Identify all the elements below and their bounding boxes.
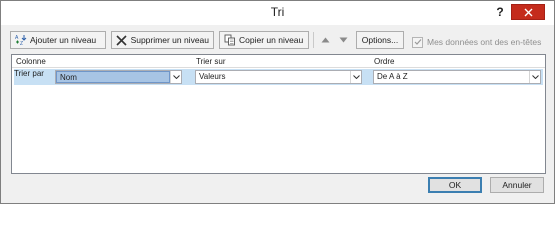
- order-dropdown-arrow[interactable]: [529, 71, 540, 83]
- column-select[interactable]: Nom: [55, 70, 182, 84]
- add-level-button[interactable]: A Z Ajouter un niveau: [10, 31, 106, 49]
- ok-button[interactable]: OK: [428, 177, 482, 193]
- checkmark-icon: [414, 39, 421, 45]
- delete-level-label: Supprimer un niveau: [130, 35, 209, 45]
- delete-level-button[interactable]: Supprimer un niveau: [111, 31, 214, 49]
- sort-level-label: Trier par: [14, 69, 44, 78]
- order-select-value: De A à Z: [377, 72, 408, 81]
- dropdown-arrow-icon: [531, 75, 539, 79]
- options-button[interactable]: Options...: [356, 31, 404, 49]
- column-header-ordre: Ordre: [374, 57, 395, 66]
- help-button[interactable]: ?: [493, 4, 507, 20]
- options-label: Options...: [361, 35, 399, 45]
- move-up-button[interactable]: [319, 33, 331, 47]
- close-icon: [524, 8, 532, 16]
- move-down-button[interactable]: [337, 33, 349, 47]
- sort-on-select[interactable]: Valeurs: [195, 70, 362, 84]
- dialog-title: Tri: [270, 5, 285, 19]
- move-up-icon: [321, 37, 329, 43]
- add-level-icon: A Z: [15, 34, 27, 46]
- order-select[interactable]: De A à Z: [373, 70, 541, 84]
- header-divider: [12, 67, 545, 68]
- column-header-colonne: Colonne: [16, 57, 46, 66]
- headers-checkbox[interactable]: [412, 36, 423, 48]
- headers-checkbox-label: Mes données ont des en-têtes: [427, 37, 542, 47]
- headers-option[interactable]: Mes données ont des en-têtes: [412, 35, 541, 49]
- cancel-button[interactable]: Annuler: [490, 177, 544, 193]
- move-down-icon: [339, 37, 347, 43]
- dropdown-arrow-icon: [352, 75, 360, 79]
- toolbar: A Z Ajouter un niveau Supprimer un nivea…: [1, 25, 554, 53]
- sort-on-select-value: Valeurs: [199, 72, 226, 81]
- close-button[interactable]: [511, 4, 545, 20]
- dropdown-arrow-icon: [172, 75, 180, 79]
- column-dropdown-arrow[interactable]: [170, 71, 181, 83]
- sort-dialog: Tri ? A Z Ajouter un niveau Supprimer un…: [0, 0, 555, 204]
- svg-text:Z: Z: [20, 41, 23, 46]
- sort-on-dropdown-arrow[interactable]: [350, 71, 361, 83]
- copy-level-button[interactable]: Copier un niveau: [219, 31, 309, 49]
- column-select-value: Nom: [56, 71, 170, 83]
- toolbar-separator: [313, 32, 314, 48]
- svg-text:A: A: [15, 35, 19, 41]
- add-level-label: Ajouter un niveau: [30, 35, 97, 45]
- sort-levels-grid: Colonne Trier sur Ordre Trier par Nom Va…: [11, 54, 546, 174]
- copy-level-label: Copier un niveau: [239, 35, 304, 45]
- delete-level-icon: [116, 34, 128, 46]
- title-bar: Tri ?: [1, 1, 554, 25]
- copy-level-icon: [224, 34, 236, 46]
- column-header-trier-sur: Trier sur: [196, 57, 226, 66]
